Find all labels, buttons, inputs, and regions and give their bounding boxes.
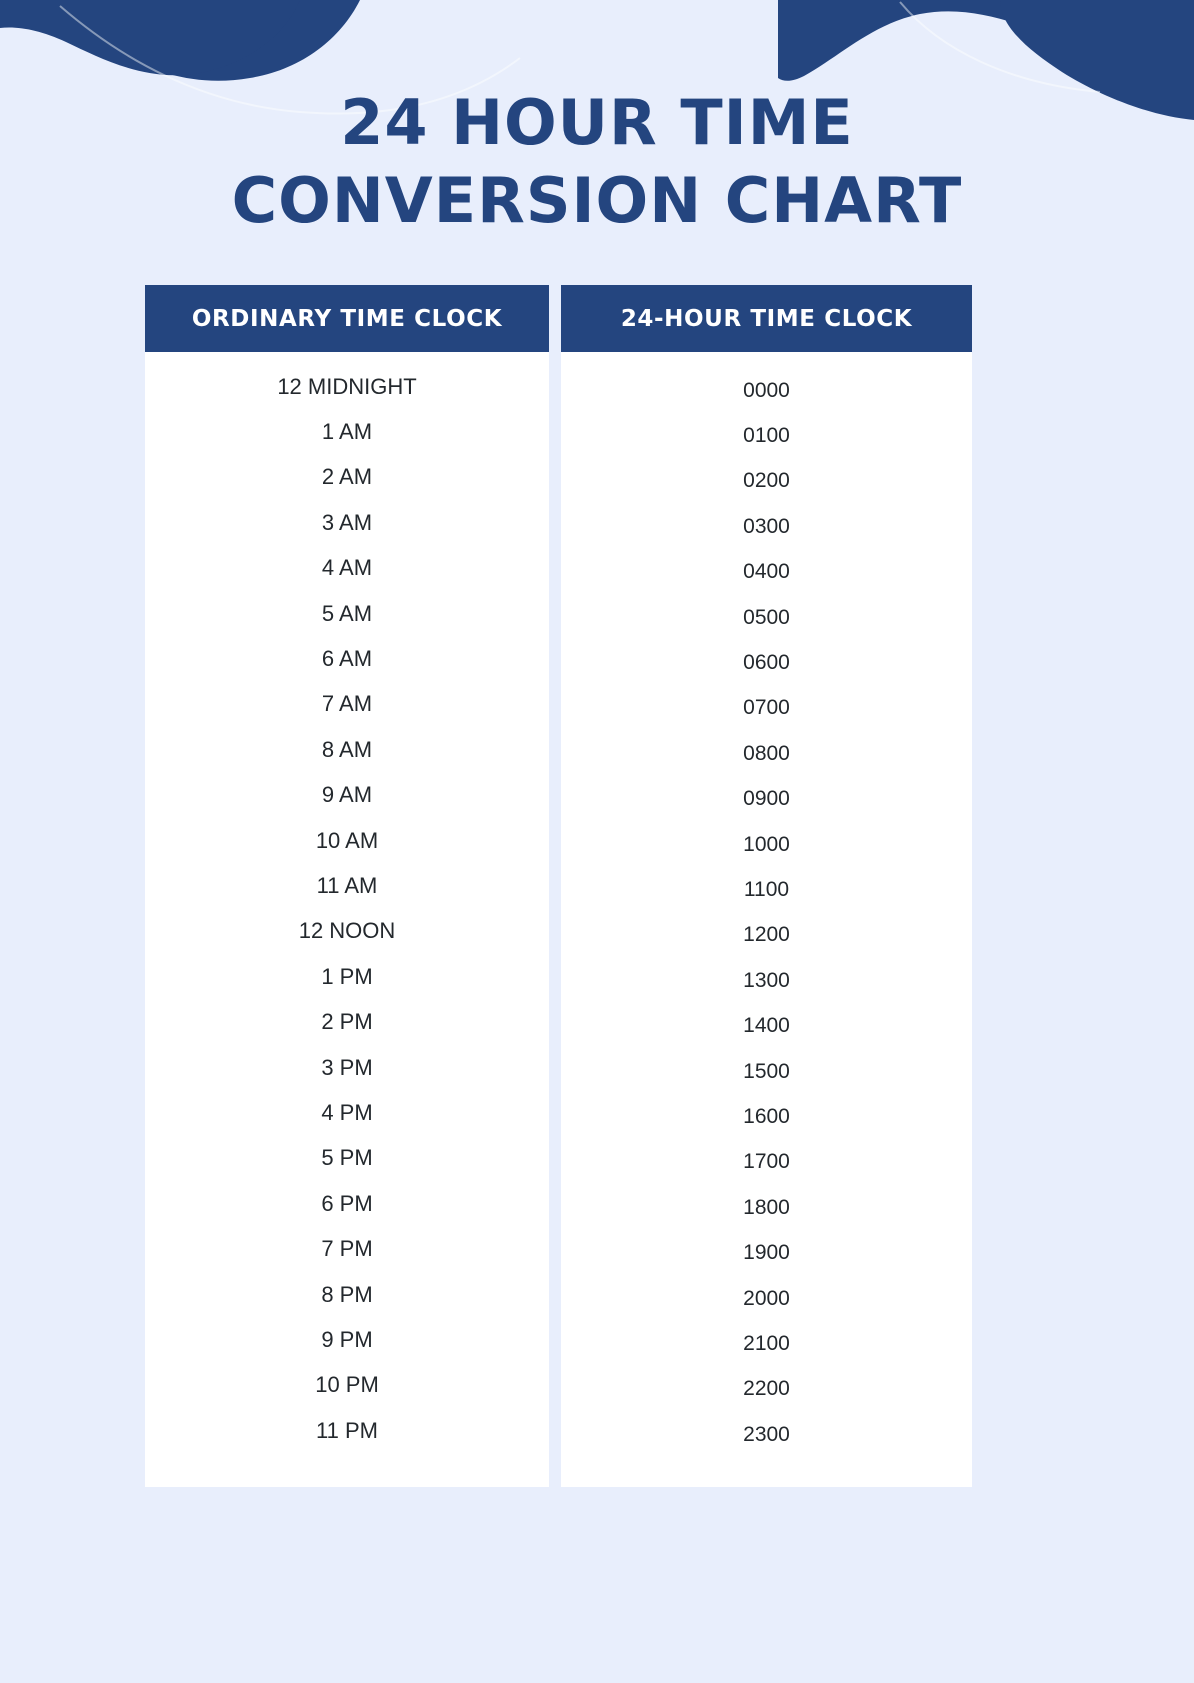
table-row: 1000 bbox=[743, 832, 790, 856]
table-row: 0000 bbox=[743, 378, 790, 402]
table-row: 0700 bbox=[743, 696, 790, 720]
table-row: 1700 bbox=[743, 1150, 790, 1174]
table-row: 5 AM bbox=[321, 600, 373, 626]
table-row: 1900 bbox=[743, 1241, 790, 1265]
table-row: 0200 bbox=[743, 469, 790, 493]
table-row: 12 MIDNIGHT bbox=[277, 373, 417, 399]
column-header-24-hour-time: 24-HOUR TIME CLOCK bbox=[561, 285, 972, 352]
table-row: 3 PM bbox=[321, 1054, 373, 1080]
table-row: 1400 bbox=[743, 1014, 790, 1038]
table-row: 2 AM bbox=[321, 464, 373, 490]
table-row: 9 PM bbox=[321, 1326, 373, 1352]
column-body-ordinary-time: 12 MIDNIGHT 1 AM 2 AM 3 AM 4 AM 5 AM 6 AM 7 AM 8… bbox=[145, 352, 549, 1488]
table-row: 1800 bbox=[743, 1195, 790, 1219]
table-row: 1200 bbox=[743, 923, 790, 947]
page-title-line-1: 24 HOUR TIME bbox=[340, 86, 854, 159]
table-row: 1 PM bbox=[321, 963, 373, 989]
table-row: 0600 bbox=[743, 651, 790, 675]
table-row: 4 PM bbox=[321, 1099, 373, 1125]
table-row: 2200 bbox=[743, 1377, 790, 1401]
table-row: 8 PM bbox=[321, 1281, 373, 1307]
page-title: 24 HOUR TIME CONVERSION CHART bbox=[0, 84, 1194, 239]
table-row: 2300 bbox=[743, 1422, 790, 1446]
table-row: 1500 bbox=[743, 1059, 790, 1083]
conversion-table: ORDINARY TIME CLOCK 12 MIDNIGHT 1 AM 2 AM 3… bbox=[145, 285, 972, 1488]
column-body-24-hour-time: 0000 0100 0200 0300 0400 0500 0600 0700 0800 0900… bbox=[561, 352, 972, 1488]
table-row: 2000 bbox=[743, 1286, 790, 1310]
table-row: 2100 bbox=[743, 1331, 790, 1355]
table-row: 0100 bbox=[743, 424, 790, 448]
table-row: 3 AM bbox=[321, 509, 373, 535]
table-row: 7 AM bbox=[321, 691, 373, 717]
table-row: 2 PM bbox=[321, 1009, 373, 1035]
table-row: 0900 bbox=[743, 787, 790, 811]
table-row: 11 PM bbox=[316, 1417, 378, 1443]
table-row: 9 AM bbox=[321, 782, 373, 808]
table-row: 6 AM bbox=[321, 646, 373, 672]
document-page: 24 HOUR TIME CONVERSION CHART ORDINARY T… bbox=[0, 0, 1194, 1683]
column-ordinary-time: ORDINARY TIME CLOCK 12 MIDNIGHT 1 AM 2 AM 3… bbox=[145, 285, 549, 1488]
column-header-ordinary-time: ORDINARY TIME CLOCK bbox=[145, 285, 549, 352]
table-row: 5 PM bbox=[321, 1145, 373, 1171]
table-row: 7 PM bbox=[321, 1236, 373, 1262]
table-row: 12 NOON bbox=[298, 918, 396, 944]
table-row: 1 AM bbox=[321, 419, 373, 445]
table-row: 0500 bbox=[743, 605, 790, 629]
table-row: 10 PM bbox=[315, 1372, 379, 1398]
table-row: 10 AM bbox=[315, 827, 379, 853]
table-row: 6 PM bbox=[321, 1190, 373, 1216]
page-title-line-2: CONVERSION CHART bbox=[231, 163, 963, 237]
table-row: 8 AM bbox=[321, 736, 373, 762]
table-row: 11 AM bbox=[316, 872, 378, 898]
table-row: 4 AM bbox=[321, 555, 373, 581]
table-row: 1600 bbox=[743, 1104, 790, 1128]
column-24-hour-time: 24-HOUR TIME CLOCK 0000 0100 0200 0300 0400 0… bbox=[561, 285, 972, 1488]
table-row: 0800 bbox=[743, 741, 790, 765]
table-row: 0300 bbox=[743, 514, 790, 538]
table-row: 0400 bbox=[743, 560, 790, 584]
table-row: 1100 bbox=[743, 877, 790, 901]
table-row: 1300 bbox=[743, 968, 790, 992]
